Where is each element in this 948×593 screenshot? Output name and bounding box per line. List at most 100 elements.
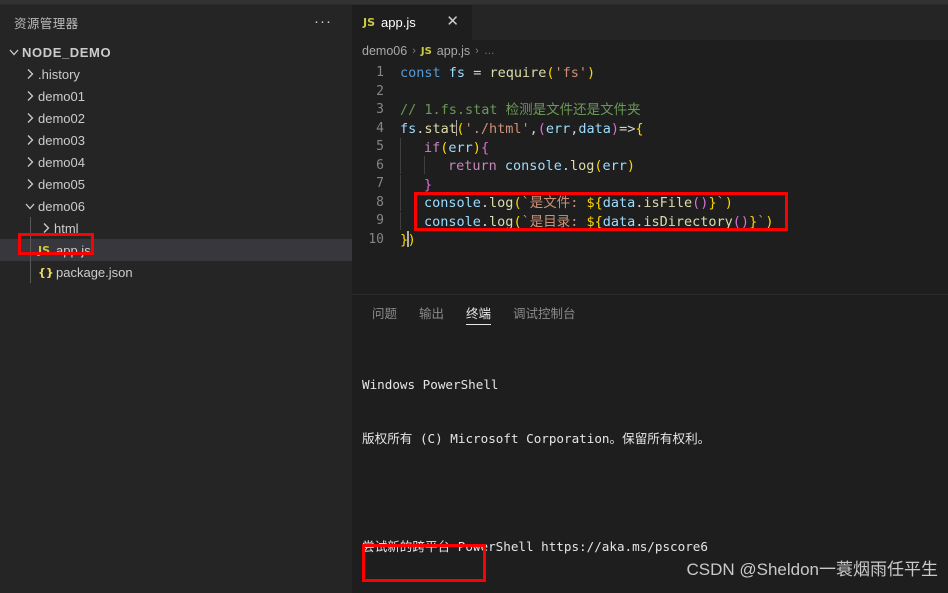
- panel-tabs: 问题 输出 终端 调试控制台: [352, 295, 948, 330]
- line-number: 7: [376, 176, 384, 191]
- tab-debug-console[interactable]: 调试控制台: [513, 295, 576, 330]
- sidebar-item-demo01[interactable]: demo01: [0, 85, 352, 107]
- sidebar-item-demo02[interactable]: demo02: [0, 107, 352, 129]
- editor-group: JS app.js ✕ demo06 › JS app.js › … 1 con…: [352, 5, 948, 593]
- tree-root-node-demo[interactable]: NODE_DEMO: [0, 41, 352, 63]
- line-number: 8: [376, 194, 384, 210]
- sidebar-item-label: demo01: [38, 88, 85, 104]
- panel-tab-label: 终端: [466, 307, 492, 321]
- line-number: 6: [376, 157, 384, 173]
- editor-tabbar: JS app.js ✕: [352, 5, 948, 40]
- chevron-right-icon: [22, 110, 38, 126]
- code-line: 1 const fs = require('fs'): [352, 64, 948, 83]
- sidebar-item-label: demo02: [38, 110, 85, 126]
- js-file-icon: JS: [363, 16, 376, 29]
- tab-problems[interactable]: 问题: [372, 295, 397, 330]
- sidebar-item-html[interactable]: html: [0, 217, 352, 239]
- line-number: 3: [376, 102, 384, 117]
- indent-guide: [30, 217, 31, 239]
- panel-tab-label: 输出: [419, 307, 445, 321]
- sidebar-item-label: .history: [38, 66, 80, 82]
- breadcrumb-separator: ›: [475, 45, 479, 57]
- chevron-down-icon: [22, 198, 38, 214]
- line-number: 10: [368, 231, 384, 247]
- code-line: 3 // 1.fs.stat 检测是文件还是文件夹: [352, 101, 948, 120]
- sidebar-item-app-js[interactable]: JS app.js: [0, 239, 352, 261]
- tab-terminal[interactable]: 终端: [466, 295, 492, 330]
- code-line: 8 console.log(`是文件: ${data.isFile()}`): [352, 193, 948, 213]
- sidebar-item-label: demo03: [38, 132, 85, 148]
- js-file-icon: JS: [420, 45, 432, 57]
- chevron-right-icon: [22, 176, 38, 192]
- sidebar-item-label: demo04: [38, 154, 85, 170]
- terminal-line: 尝试新的跨平台 PowerShell https://aka.ms/pscore…: [362, 539, 708, 554]
- tree-root-label: NODE_DEMO: [22, 44, 112, 60]
- line-number: 5: [376, 139, 384, 154]
- sidebar-item-label: demo05: [38, 176, 85, 192]
- explorer-sidebar: 资源管理器 ··· NODE_DEMO .history demo01 demo…: [0, 5, 352, 593]
- json-file-icon: {}: [38, 265, 54, 279]
- code-line: 4 fs.stat('./html',(err,data)=>{: [352, 119, 948, 139]
- line-content: const fs = require('fs'): [400, 65, 596, 81]
- code-line: 2: [352, 83, 948, 102]
- chevron-right-icon: [22, 88, 38, 104]
- line-number: 2: [376, 83, 384, 99]
- line-number: 9: [376, 213, 384, 228]
- sidebar-item-demo03[interactable]: demo03: [0, 129, 352, 151]
- bottom-panel: 问题 输出 终端 调试控制台 Windows PowerShell 版权所有 (…: [352, 294, 948, 593]
- line-content: console.log(`是文件: ${data.isFile()}`): [400, 193, 733, 213]
- code-line: 9 console.log(`是目录: ${data.isDirectory()…: [352, 211, 948, 232]
- line-number: 4: [376, 120, 384, 136]
- line-content: return console.log(err): [400, 156, 635, 176]
- explorer-title: 资源管理器: [14, 16, 79, 31]
- tab-label: app.js: [381, 15, 416, 30]
- chevron-right-icon: [22, 66, 38, 82]
- sidebar-item-label: app.js: [56, 242, 91, 258]
- sidebar-item-history[interactable]: .history: [0, 63, 352, 85]
- sidebar-item-label: demo06: [38, 198, 85, 214]
- chevron-right-icon: [38, 220, 54, 236]
- sidebar-item-demo06[interactable]: demo06: [0, 195, 352, 217]
- code-line: 5 if(err){: [352, 137, 948, 158]
- code-line: 10 }): [352, 230, 948, 250]
- code-line: 7 }: [352, 174, 948, 195]
- code-line: 6 return console.log(err): [352, 156, 948, 176]
- terminal-output[interactable]: Windows PowerShell 版权所有 (C) Microsoft Co…: [352, 330, 948, 593]
- chevron-right-icon: [22, 132, 38, 148]
- terminal-line: Windows PowerShell: [362, 377, 499, 392]
- line-content: // 1.fs.stat 检测是文件还是文件夹: [400, 102, 641, 118]
- sidebar-item-label: package.json: [56, 264, 133, 280]
- line-number: 1: [376, 65, 384, 80]
- breadcrumb: demo06 › JS app.js › …: [352, 40, 948, 62]
- indent-guide: [30, 239, 31, 261]
- sidebar-item-package-json[interactable]: {} package.json: [0, 261, 352, 283]
- js-file-icon: JS: [38, 243, 51, 257]
- breadcrumb-file[interactable]: app.js: [437, 44, 470, 58]
- tab-output[interactable]: 输出: [419, 295, 444, 330]
- more-actions-icon[interactable]: ···: [312, 14, 334, 30]
- breadcrumb-folder[interactable]: demo06: [362, 44, 407, 58]
- line-content: if(err){: [400, 137, 489, 158]
- panel-tab-label: 问题: [372, 307, 398, 321]
- line-content: }: [400, 174, 432, 195]
- workbench-body: 资源管理器 ··· NODE_DEMO .history demo01 demo…: [0, 5, 948, 593]
- chevron-down-icon: [6, 44, 22, 60]
- breadcrumb-ellipsis[interactable]: …: [484, 45, 495, 57]
- line-content: console.log(`是目录: ${data.isDirectory()}`…: [400, 211, 773, 232]
- tab-app-js[interactable]: JS app.js ✕: [352, 5, 472, 40]
- breadcrumb-separator: ›: [412, 45, 416, 57]
- chevron-right-icon: [22, 154, 38, 170]
- sidebar-item-demo04[interactable]: demo04: [0, 151, 352, 173]
- indent-guide: [30, 261, 31, 283]
- line-content: }): [400, 230, 416, 248]
- panel-tab-label: 调试控制台: [513, 307, 576, 321]
- line-content: fs.stat('./html',(err,data)=>{: [400, 119, 644, 137]
- explorer-header: 资源管理器 ···: [0, 5, 352, 39]
- sidebar-item-demo05[interactable]: demo05: [0, 173, 352, 195]
- code-editor[interactable]: 1 const fs = require('fs') 2 3 // 1.fs.s…: [352, 62, 948, 294]
- sidebar-item-label: html: [54, 220, 79, 236]
- file-tree: NODE_DEMO .history demo01 demo02 demo03 …: [0, 39, 352, 283]
- terminal-line: 版权所有 (C) Microsoft Corporation。保留所有权利。: [362, 431, 711, 446]
- close-icon[interactable]: ✕: [443, 14, 462, 31]
